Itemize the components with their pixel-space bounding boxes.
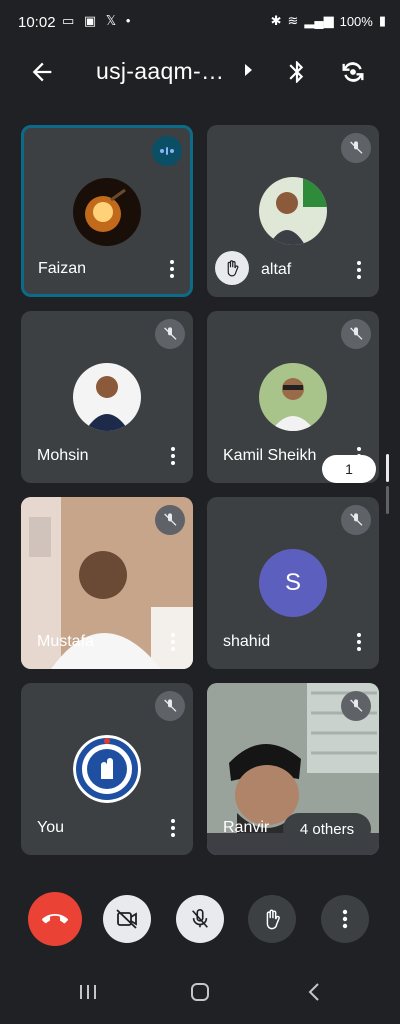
participant-name: Faizan: [38, 260, 87, 277]
avatar: [73, 363, 141, 431]
scrollbar-thumb[interactable]: [386, 454, 389, 482]
call-controls: [0, 892, 400, 955]
more-vert-icon[interactable]: [171, 633, 175, 651]
participant-name: You: [37, 819, 64, 836]
camera-off-icon: [116, 909, 137, 929]
mic-off-icon: [192, 909, 208, 928]
back-nav-icon[interactable]: [304, 982, 324, 1002]
more-options-button[interactable]: [321, 895, 369, 943]
avatar-letter: S: [259, 549, 327, 617]
mic-off-icon: [341, 319, 371, 349]
mic-off-icon: [155, 319, 185, 349]
signal-icon: ▂▄▆: [304, 13, 334, 28]
participant-tile-faizan[interactable]: Faizan: [21, 125, 193, 297]
system-icons: ✱ ≋ ▂▄▆ 100% ▮: [271, 13, 386, 29]
participant-name: Mohsin: [37, 447, 89, 464]
more-vert-icon[interactable]: [171, 819, 175, 837]
scrollbar-track[interactable]: [386, 486, 389, 514]
mic-toggle-button[interactable]: [176, 895, 224, 943]
notification-icons: ▭ ▣ 𝕏 •: [62, 13, 134, 28]
party-logo-avatar: [73, 735, 141, 803]
participant-name: Kamil Sheikh: [223, 447, 317, 464]
speaking-indicator-icon: [152, 136, 182, 166]
mic-off-icon: [341, 691, 371, 721]
more-vert-icon: [342, 909, 348, 929]
hang-up-icon: [42, 914, 68, 924]
raise-hand-icon: [266, 909, 280, 930]
home-icon[interactable]: [190, 982, 210, 1002]
system-nav-bar: [0, 960, 400, 1024]
meeting-code[interactable]: usj-aaqm-…: [96, 58, 224, 85]
participant-tile-you[interactable]: You: [21, 683, 193, 855]
status-bar: 10:02 ▭ ▣ 𝕏 • ✱ ≋ ▂▄▆ 100% ▮: [0, 0, 400, 44]
mic-off-icon: [155, 505, 185, 535]
participant-name: Mustafa: [37, 633, 94, 650]
more-vert-icon[interactable]: [357, 261, 361, 279]
bluetooth-icon[interactable]: [284, 58, 310, 86]
battery-label: 100%: [339, 13, 373, 29]
participant-name: shahid: [223, 633, 271, 650]
participant-tile-mustafa[interactable]: Mustafa: [21, 497, 193, 669]
meeting-header: usj-aaqm-…: [0, 44, 400, 102]
switch-camera-icon[interactable]: [338, 58, 368, 86]
wifi-icon: ≋: [287, 13, 299, 28]
more-vert-icon[interactable]: [170, 260, 174, 278]
others-chip[interactable]: 4 others: [283, 813, 371, 845]
camera-toggle-button[interactable]: [103, 895, 151, 943]
chevron-right-icon[interactable]: [245, 64, 252, 76]
participant-tile-shahid[interactable]: S shahid: [207, 497, 379, 669]
avatar: [73, 178, 141, 246]
participant-tile-mohsin[interactable]: Mohsin: [21, 311, 193, 483]
end-call-button[interactable]: [28, 892, 82, 946]
participant-name: Ranvir: [223, 819, 270, 836]
raise-hand-button[interactable]: [248, 895, 296, 943]
more-vert-icon[interactable]: [171, 447, 175, 465]
recents-icon[interactable]: [78, 982, 98, 1002]
more-vert-icon[interactable]: [357, 633, 361, 651]
battery-icon: ▮: [378, 13, 386, 28]
mic-off-icon: [341, 505, 371, 535]
participant-tile-altaf[interactable]: altaf: [207, 125, 379, 297]
raised-hand-count-badge[interactable]: 1: [322, 455, 376, 483]
avatar: [259, 177, 327, 245]
participant-name: altaf: [261, 261, 292, 278]
status-time: 10:02: [18, 14, 56, 31]
mic-off-icon: [155, 691, 185, 721]
mic-off-icon: [341, 133, 371, 163]
back-arrow-icon[interactable]: [28, 58, 56, 86]
avatar: [259, 363, 327, 431]
bluetooth-status-icon: ✱: [270, 13, 282, 28]
raised-hand-icon: [215, 251, 249, 285]
